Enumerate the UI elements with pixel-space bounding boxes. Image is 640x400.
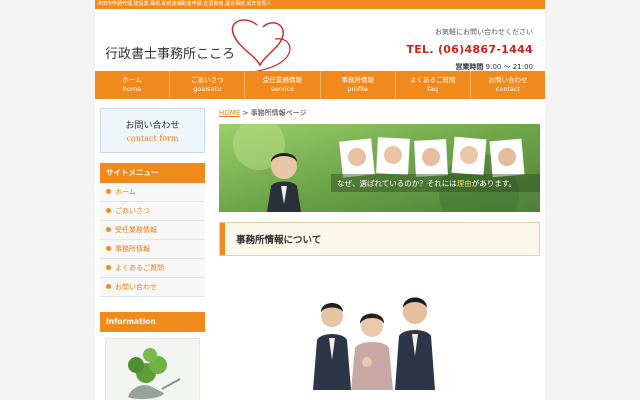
heart-logo-icon xyxy=(231,19,291,74)
bullet-icon xyxy=(106,265,111,270)
bullet-icon xyxy=(106,208,111,213)
information-title: Information xyxy=(100,312,205,332)
nav-label: 事務所情報 xyxy=(341,76,374,84)
nav-label: ホーム xyxy=(122,76,142,84)
nav-sublabel: home xyxy=(122,85,142,93)
contact-note: お気軽にお問い合わせください xyxy=(435,28,533,36)
nav-sublabel: profile xyxy=(347,85,368,93)
banner-caption-text-end: があります。 xyxy=(471,179,517,188)
nav-label: よくあるご質問 xyxy=(410,76,456,84)
site-container: 浜田市申請代理,建設業,風俗,助成金補助金申請,在留資格,遺言相続,成年後見人 … xyxy=(95,0,545,400)
nav-contact[interactable]: お問い合わせ contact xyxy=(471,71,545,99)
plant-illustration xyxy=(106,339,199,400)
nav-label: ごあいさつ xyxy=(191,76,224,84)
nav-faq[interactable]: よくあるご質問 faq xyxy=(396,71,471,99)
plant-photo xyxy=(105,338,200,400)
side-menu-greeting[interactable]: ごあいさつ xyxy=(100,202,205,221)
nav-sublabel: contact xyxy=(495,85,521,93)
nav-service[interactable]: 受任業務情報 service xyxy=(245,71,321,99)
menu-label: ごあいさつ xyxy=(115,207,150,215)
contact-form-banner[interactable]: お問い合わせ contact form xyxy=(100,108,205,153)
nav-sublabel: faq xyxy=(427,85,438,93)
side-menu-profile[interactable]: 事務所情報 xyxy=(100,240,205,259)
side-menu-faq[interactable]: よくあるご質問 xyxy=(100,259,205,278)
menu-label: よくあるご質問 xyxy=(115,264,164,272)
header: 行政書士事務所こころ お気軽にお問い合わせください TEL. (06)4867-… xyxy=(95,9,545,74)
bullet-icon xyxy=(106,189,111,194)
top-keyword-bar: 浜田市申請代理,建設業,風俗,助成金補助金申請,在留資格,遺言相続,成年後見人 xyxy=(95,0,545,9)
side-menu-home[interactable]: ホーム xyxy=(100,183,205,202)
banner-caption: なぜ、選ばれているのか？それには理由があります。 xyxy=(337,178,537,189)
hero-banner: なぜ、選ばれているのか？それには理由があります。 xyxy=(219,124,540,212)
bullet-icon xyxy=(106,284,111,289)
banner-caption-text: なぜ、選ばれているのか？それには xyxy=(337,179,457,188)
phone-number[interactable]: TEL. (06)4867-1444 xyxy=(406,43,533,56)
contact-banner-sublabel: contact form xyxy=(126,134,179,143)
banner-caption-highlight: 理由 xyxy=(456,179,472,188)
hours-value: 9:00 〜 21:00 xyxy=(485,63,533,71)
site-menu-title: サイトメニュー xyxy=(100,163,205,183)
nav-label: お問い合わせ xyxy=(488,76,528,84)
side-menu-contact[interactable]: お問い合わせ xyxy=(100,278,205,297)
nav-sublabel: goaisatu xyxy=(193,85,222,93)
breadcrumb-home-link[interactable]: HOME xyxy=(219,109,240,117)
breadcrumb-current: 事務所情報ページ xyxy=(250,109,307,117)
menu-label: 事務所情報 xyxy=(115,245,150,253)
breadcrumb: HOME > 事務所情報ページ xyxy=(219,108,540,118)
menu-label: 受任業務情報 xyxy=(115,226,157,234)
page: 浜田市申請代理,建設業,風俗,助成金補助金申請,在留資格,遺言相続,成年後見人 … xyxy=(0,0,640,400)
contact-banner-label: お問い合わせ xyxy=(125,121,180,131)
nav-label: 受任業務情報 xyxy=(262,76,302,84)
main-content: HOME > 事務所情報ページ なぜ、選ばれているのか？それには理由があります。… xyxy=(219,108,540,390)
nav-greeting[interactable]: ごあいさつ goaisatu xyxy=(170,71,246,99)
main-nav: ホーム home ごあいさつ goaisatu 受任業務情報 service 事務所情… xyxy=(95,71,545,99)
sidebar: お問い合わせ contact form サイトメニュー ホーム ごあいさつ 受任… xyxy=(100,108,205,400)
nav-sublabel: service xyxy=(270,85,295,93)
section-title: 事務所情報について xyxy=(236,235,322,246)
side-menu-service[interactable]: 受任業務情報 xyxy=(100,221,205,240)
hours-label: 営業時間 xyxy=(455,63,484,71)
hero-banner-image xyxy=(219,124,540,212)
menu-label: お問い合わせ xyxy=(115,283,157,291)
bullet-icon xyxy=(106,227,111,232)
staff-photo xyxy=(299,282,459,390)
menu-label: ホーム xyxy=(115,188,136,196)
section-heading: 事務所情報について xyxy=(219,222,540,256)
nav-home[interactable]: ホーム home xyxy=(95,71,171,99)
bullet-icon xyxy=(106,246,111,251)
breadcrumb-separator: > xyxy=(240,109,251,117)
nav-profile[interactable]: 事務所情報 profile xyxy=(321,71,396,99)
